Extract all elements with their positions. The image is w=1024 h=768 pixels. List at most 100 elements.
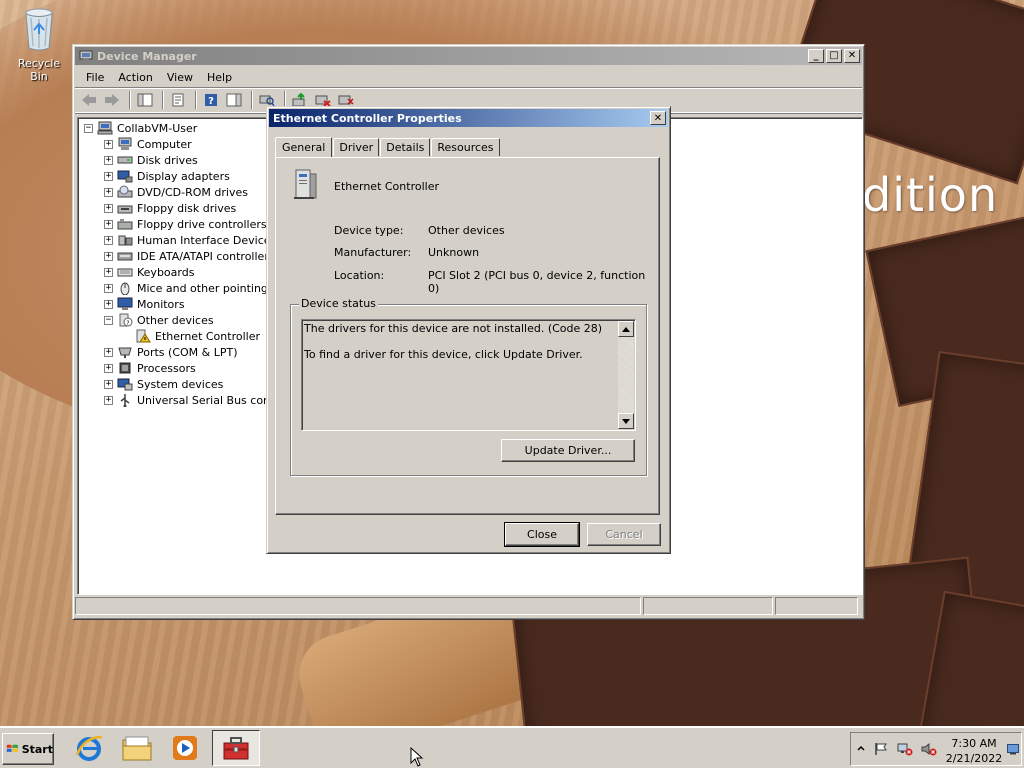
svg-text:?: ? [126,320,129,327]
help-button[interactable]: ? [201,90,221,110]
tray-action-center[interactable] [873,741,889,757]
tree-item-mice-and-other-pointing-de[interactable]: + Mice and other pointing de [104,280,285,296]
tree-item-system-devices[interactable]: + System devices [104,376,223,392]
dialog-close-button[interactable]: ✕ [650,111,666,125]
toolbar-separator [195,91,197,109]
action-pane-button[interactable] [224,90,244,110]
volume-muted-icon [921,743,937,756]
tree-item-label: Human Interface Devices [137,233,277,247]
expand-toggle[interactable]: + [104,347,113,357]
show-hide-tree-button[interactable] [135,90,155,110]
tray-volume[interactable] [921,741,937,757]
close-dialog-button[interactable]: Close [504,522,580,547]
tree-item-floppy-disk-drives[interactable]: + Floppy disk drives [104,200,236,216]
taskbar-internet-explorer[interactable] [66,730,112,766]
properties-button[interactable] [168,90,188,110]
back-button[interactable] [79,90,99,110]
expand-toggle[interactable]: + [104,139,113,149]
taskbar-device-manager[interactable] [212,730,260,766]
tree-item-ide-ata-atapi-controllers[interactable]: + IDE ATA/ATAPI controllers [104,248,275,264]
tree-item-other-devices[interactable]: −? Other devices [104,312,214,328]
minimize-button[interactable]: _ [808,49,824,63]
taskbar-windows-explorer[interactable] [114,730,160,766]
clock-time[interactable]: 7:30 AM [945,737,1003,750]
tree-item-label: Monitors [137,297,185,311]
expand-toggle[interactable]: + [104,219,113,229]
cancel-button[interactable]: Cancel [587,523,661,546]
status-scrollbar[interactable] [618,321,634,429]
expand-toggle[interactable]: + [104,379,113,389]
scroll-down-button[interactable] [618,413,634,429]
expand-toggle[interactable]: + [104,299,113,309]
tree-item-ethernet-controller[interactable]: Ethernet Controller [122,328,260,344]
update-driver-icon [292,93,305,107]
recycle-bin[interactable]: Recycle Bin [8,6,70,83]
start-button[interactable]: Start [2,733,54,765]
tab-driver[interactable]: Driver [333,138,380,156]
menu-view[interactable]: View [160,71,200,84]
expand-toggle[interactable]: + [104,395,113,405]
tree-root[interactable]: − CollabVM-User [84,120,197,136]
tree-item-label: DVD/CD-ROM drives [137,185,248,199]
scroll-down-icon [622,418,630,424]
tree-item-floppy-drive-controllers[interactable]: + Floppy drive controllers [104,216,267,232]
expand-toggle[interactable]: + [104,251,113,261]
expand-toggle[interactable]: + [104,235,113,245]
forward-button[interactable] [102,90,122,110]
menu-action[interactable]: Action [111,71,159,84]
menu-file[interactable]: File [79,71,111,84]
media-player-icon [173,736,197,760]
usb-icon [120,394,130,407]
tree-item-disk-drives[interactable]: + Disk drives [104,152,198,168]
update-driver-button[interactable]: Update Driver... [501,439,635,462]
disable-device-icon [315,95,331,107]
device-manager-titlebar[interactable]: Device Manager _ □ ✕ [75,47,862,65]
expand-toggle[interactable]: + [104,363,113,373]
tree-item-ports-com-lpt[interactable]: + Ports (COM & LPT) [104,344,238,360]
action-pane-icon [226,93,242,107]
toolbar-separator [129,91,131,109]
tree-item-universal-serial-bus-contro[interactable]: + Universal Serial Bus contro [104,392,285,408]
collapse-toggle[interactable]: − [104,315,113,325]
close-button[interactable]: ✕ [844,49,860,63]
taskbar-media-player[interactable] [162,730,208,766]
expand-toggle[interactable]: + [104,187,113,197]
expand-toggle[interactable]: + [104,171,113,181]
tab-details[interactable]: Details [380,138,431,156]
collapse-toggle[interactable]: − [84,123,93,133]
tree-item-keyboards[interactable]: + Keyboards [104,264,194,280]
tree-item-computer[interactable]: + Computer [104,136,192,152]
tree-root-label: CollabVM-User [117,121,198,135]
tree-item-label: IDE ATA/ATAPI controllers [137,249,275,263]
processor-icon [119,362,131,374]
status-bar [75,597,862,617]
ethernet-properties-dialog[interactable]: Ethernet Controller Properties ✕ General… [266,106,671,554]
tree-item-monitors[interactable]: + Monitors [104,296,185,312]
expand-toggle[interactable]: + [104,283,113,293]
tree-item-display-adapters[interactable]: + Display adapters [104,168,230,184]
tab-general[interactable]: General [275,137,333,157]
flag-icon [875,743,887,755]
expand-toggle[interactable]: + [104,203,113,213]
wallpaper-text: dition [862,168,999,222]
device-status-textbox[interactable]: The drivers for this device are not inst… [301,319,636,431]
toolbar-separator [162,91,164,109]
tree-item-human-interface-devices[interactable]: + Human Interface Devices [104,232,276,248]
show-desktop-button[interactable] [1007,743,1019,755]
internet-explorer-icon [75,735,103,761]
clock-date[interactable]: 2/21/2022 [945,752,1003,765]
maximize-button[interactable]: □ [826,49,842,63]
tree-item-dvd-cd-rom-drives[interactable]: + DVD/CD-ROM drives [104,184,248,200]
expand-toggle[interactable]: + [104,267,113,277]
chevron-up-icon [857,745,865,751]
expand-toggle[interactable]: + [104,155,113,165]
tab-resources[interactable]: Resources [431,138,500,156]
scroll-up-button[interactable] [618,321,634,337]
tree-item-processors[interactable]: + Processors [104,360,196,376]
tray-network[interactable] [897,741,913,757]
properties-titlebar[interactable]: Ethernet Controller Properties ✕ [269,109,668,127]
show-hidden-icons-button[interactable] [853,741,869,757]
menu-help[interactable]: Help [200,71,239,84]
toolbox-icon [223,737,249,760]
console-tree-icon [137,93,153,107]
